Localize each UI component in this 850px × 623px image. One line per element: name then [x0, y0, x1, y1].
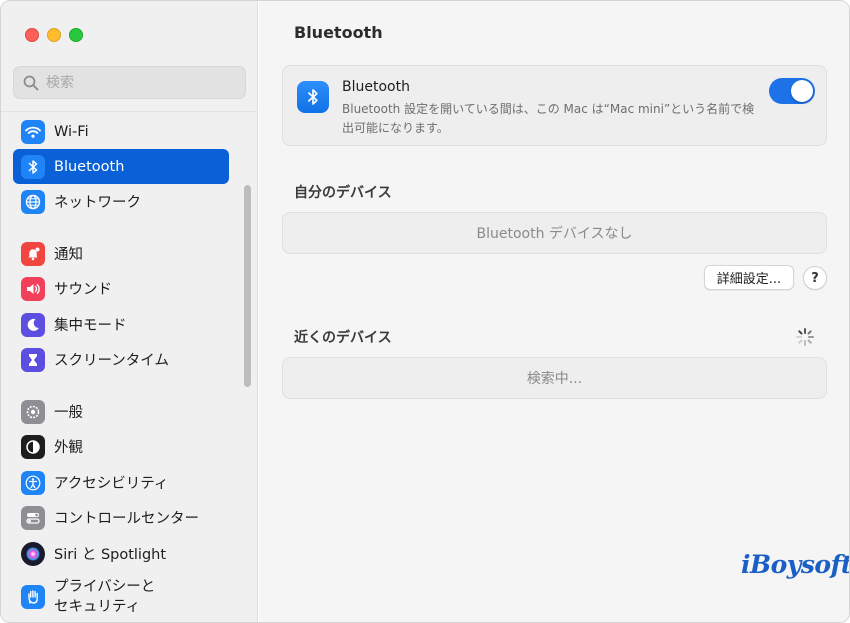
bluetooth-label: Bluetooth — [342, 79, 410, 95]
sidebar-item-wifi[interactable]: Wi-Fi — [13, 114, 229, 149]
zoom-window-button[interactable] — [69, 28, 83, 42]
sidebar-item-label: 一般 — [54, 405, 83, 421]
nearby-devices-list: 検索中... — [282, 357, 827, 399]
bluetooth-toggle[interactable] — [769, 78, 815, 104]
sidebar-divider — [1, 111, 258, 112]
sidebar-item-focus[interactable]: 集中モード — [13, 307, 229, 342]
bell-icon — [21, 241, 45, 266]
sidebar-item-label: Wi-Fi — [54, 123, 89, 140]
appearance-icon — [21, 434, 45, 459]
help-button[interactable]: ? — [803, 266, 827, 290]
sidebar-item-notifications[interactable]: 通知 — [13, 236, 229, 271]
sidebar-item-siri-spotlight[interactable]: Siri と Spotlight — [13, 536, 229, 571]
toggle-knob — [791, 80, 813, 102]
search-icon — [23, 75, 39, 90]
sidebar-item-label: プライバシーと セキュリティ — [54, 579, 156, 615]
accessibility-icon — [21, 470, 45, 495]
my-devices-heading: 自分のデバイス — [294, 185, 392, 201]
sidebar-item-screen-time[interactable]: スクリーンタイム — [13, 342, 229, 377]
sidebar-item-general[interactable]: 一般 — [13, 394, 229, 429]
sidebar-item-accessibility[interactable]: アクセシビリティ — [13, 465, 229, 500]
wifi-icon — [21, 119, 45, 144]
globe-icon — [21, 189, 45, 214]
moon-icon — [21, 312, 45, 337]
sidebar-item-label: 通知 — [54, 247, 83, 263]
my-devices-list: Bluetooth デバイスなし — [282, 212, 827, 254]
sidebar-item-label: コントロールセンター — [54, 511, 199, 527]
no-devices-text: Bluetooth デバイスなし — [476, 226, 633, 242]
searching-text: 検索中... — [526, 371, 583, 387]
sidebar-item-network[interactable]: ネットワーク — [13, 184, 229, 219]
sidebar: Wi-Fi Bluetooth ネットワーク 通知 サウンド — [1, 1, 258, 622]
sidebar-item-label: 外観 — [54, 440, 83, 456]
page-title: Bluetooth — [294, 23, 383, 42]
gear-icon — [21, 399, 45, 424]
bluetooth-icon — [297, 81, 329, 113]
sidebar-item-control-center[interactable]: コントロールセンター — [13, 500, 229, 535]
sidebar-item-label: アクセシビリティ — [54, 476, 169, 492]
control-center-icon — [21, 505, 45, 530]
sidebar-item-label: サウンド — [54, 282, 112, 298]
watermark-logo: iBoysoft — [741, 550, 850, 579]
main-pane: Bluetooth Bluetooth Bluetooth 設定を開いている間は… — [259, 1, 850, 622]
sidebar-item-label: ネットワーク — [54, 195, 141, 211]
sidebar-item-privacy-security[interactable]: プライバシーと セキュリティ — [13, 575, 229, 619]
spinner-icon — [796, 328, 814, 346]
sidebar-item-bluetooth[interactable]: Bluetooth — [13, 149, 229, 184]
hand-icon — [21, 585, 45, 609]
close-window-button[interactable] — [25, 28, 39, 42]
nearby-devices-heading: 近くのデバイス — [294, 330, 392, 346]
bluetooth-card: Bluetooth Bluetooth 設定を開いている間は、この Mac は“… — [282, 65, 827, 146]
bluetooth-description: Bluetooth 設定を開いている間は、この Mac は“Mac mini”と… — [342, 102, 755, 135]
sidebar-item-label: Bluetooth — [54, 158, 125, 175]
siri-icon — [21, 541, 45, 566]
bluetooth-icon — [21, 154, 45, 179]
search-field[interactable] — [13, 66, 246, 99]
window-controls — [25, 28, 83, 42]
speaker-icon — [21, 276, 45, 301]
sidebar-scrollbar[interactable] — [244, 185, 251, 387]
advanced-settings-button[interactable]: 詳細設定... — [704, 265, 794, 290]
minimize-window-button[interactable] — [47, 28, 61, 42]
hourglass-icon — [21, 347, 45, 372]
sidebar-item-label: 集中モード — [54, 318, 127, 334]
sidebar-item-appearance[interactable]: 外観 — [13, 429, 229, 464]
sidebar-item-label: スクリーンタイム — [54, 353, 169, 369]
search-input[interactable] — [46, 74, 226, 91]
sidebar-item-label: Siri と Spotlight — [54, 547, 167, 563]
settings-window: Wi-Fi Bluetooth ネットワーク 通知 サウンド — [0, 0, 850, 623]
sidebar-item-sound[interactable]: サウンド — [13, 271, 229, 306]
